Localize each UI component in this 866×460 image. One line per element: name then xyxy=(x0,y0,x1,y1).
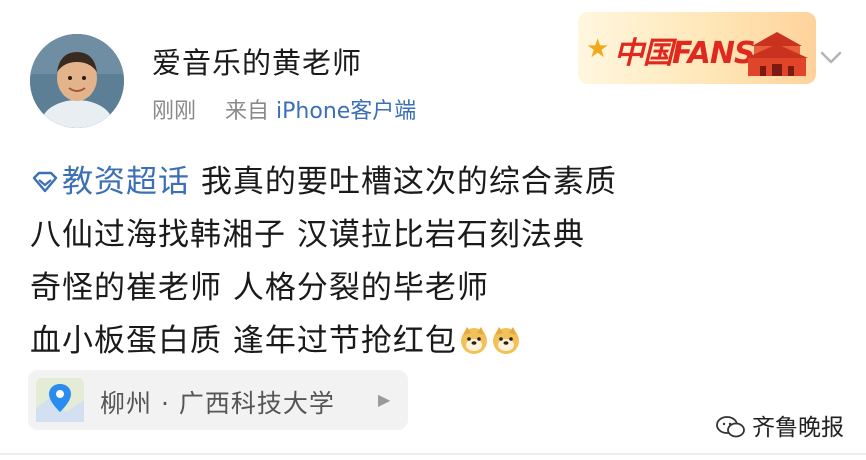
location-pin-icon xyxy=(36,378,84,422)
post-text-line-1: 我真的要吐槽这次的综合素质 xyxy=(190,164,617,200)
post-content: 教资超话 我真的要吐槽这次的综合素质 八仙过海找韩湘子 汉谟拉比岩石刻法典 奇怪… xyxy=(30,156,830,368)
post-line-1: 教资超话 我真的要吐槽这次的综合素质 xyxy=(30,156,830,209)
fans-badge[interactable]: ★ 中国FANS xyxy=(578,12,816,84)
triangle-right-icon: ▶ xyxy=(378,390,391,409)
post-source[interactable]: iPhone客户端 xyxy=(276,99,416,124)
doge-emoji-icon xyxy=(460,327,487,354)
post-text-line-2: 八仙过海找韩湘子 汉谟拉比岩石刻法典 xyxy=(30,217,585,253)
watermark: 齐鲁晚报 xyxy=(716,408,844,442)
post-time: 刚刚 xyxy=(152,99,197,124)
author-name[interactable]: 爱音乐的黄老师 xyxy=(152,40,362,82)
post-line-4: 血小板蛋白质 逢年过节抢红包 xyxy=(30,315,830,368)
author-avatar[interactable] xyxy=(30,34,124,128)
watermark-text: 齐鲁晚报 xyxy=(752,415,844,441)
topic-label: 教资超话 xyxy=(62,164,190,200)
location-label: 柳州 · 广西科技大学 xyxy=(100,389,335,418)
topic-link[interactable]: 教资超话 xyxy=(30,164,190,200)
tiananmen-icon xyxy=(746,32,808,76)
post-meta: 刚刚 来自 iPhone客户端 xyxy=(152,93,416,125)
star-icon: ★ xyxy=(586,34,610,64)
chevron-down-icon[interactable] xyxy=(816,42,846,72)
diamond-topic-icon xyxy=(32,171,58,193)
location-tag[interactable]: 柳州 · 广西科技大学 ▶ xyxy=(28,370,408,430)
fans-badge-text: 中国FANS xyxy=(614,36,756,71)
divider xyxy=(0,453,866,455)
post-text-line-3: 奇怪的崔老师 人格分裂的毕老师 xyxy=(30,270,489,306)
source-prefix: 来自 xyxy=(225,99,270,124)
doge-emoji-icon xyxy=(492,327,519,354)
post-text-line-4: 血小板蛋白质 逢年过节抢红包 xyxy=(30,323,457,359)
wechat-icon xyxy=(716,416,745,438)
